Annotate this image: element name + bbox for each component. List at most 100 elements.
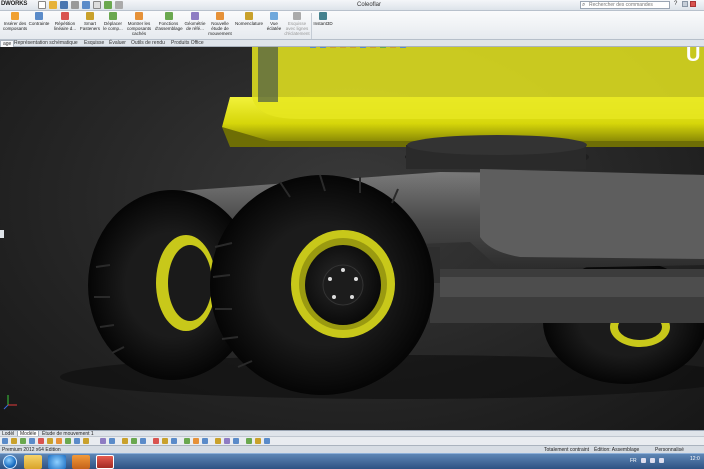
smart-fasteners-icon — [86, 12, 94, 20]
tray-icon-1[interactable] — [640, 458, 646, 463]
tab-outils-de-rendu[interactable]: Outils de rendu — [129, 40, 167, 47]
tool-11-icon[interactable] — [100, 438, 106, 444]
new-file-icon[interactable] — [38, 1, 46, 9]
exploded-view-button[interactable]: Vue éclatée — [265, 12, 283, 31]
linear-pattern-button[interactable]: Répétition linéaire d... — [52, 12, 78, 31]
tool-9-icon[interactable] — [74, 438, 80, 444]
solidworks-taskbar-icon[interactable] — [96, 455, 114, 469]
zoom-area-icon[interactable] — [320, 47, 326, 48]
tool-26-icon[interactable] — [255, 438, 261, 444]
tab-representation-schematique[interactable]: Représentation schématique — [12, 40, 80, 47]
new-motion-study-icon — [216, 12, 224, 20]
tool-20-icon[interactable] — [193, 438, 199, 444]
system-tray: FR — [630, 458, 664, 464]
quick-access-toolbar — [38, 1, 123, 9]
yellow-body[interactable]: U — [222, 47, 704, 147]
bom-icon — [245, 12, 253, 20]
tool-25-icon[interactable] — [246, 438, 252, 444]
explode-line-sketch-button[interactable]: Esquisse avec lignes d'éclatement — [284, 12, 310, 36]
show-hidden-components-button[interactable]: Montrer les composants cachés — [125, 12, 153, 36]
section-view-icon[interactable] — [340, 47, 346, 48]
help-button[interactable]: ? — [674, 1, 677, 7]
reference-geometry-button[interactable]: Géométrie de réfé... — [183, 12, 207, 31]
tool-19-icon[interactable] — [184, 438, 190, 444]
wheel-front-left[interactable] — [210, 175, 434, 395]
tab-produits-office[interactable]: Produits Office — [169, 40, 206, 47]
search-icon: ⌕ — [582, 2, 586, 8]
view-orientation-icon[interactable] — [350, 47, 356, 48]
clock[interactable]: 12:0 — [690, 457, 700, 462]
tool-8-icon[interactable] — [65, 438, 71, 444]
volume-icon[interactable] — [658, 458, 664, 463]
new-motion-study-button[interactable]: Nouvelle étude de mouvement — [208, 12, 232, 36]
assembly-features-button[interactable]: Fonctions d'assemblage — [155, 12, 183, 31]
mate-button[interactable]: Contrainte — [28, 12, 50, 26]
start-button[interactable] — [3, 455, 17, 469]
hide-show-items-icon[interactable] — [370, 47, 376, 48]
tool-2-icon[interactable] — [11, 438, 17, 444]
tool-13-icon[interactable] — [122, 438, 128, 444]
tray-icon-2[interactable] — [649, 458, 655, 463]
tool-27-icon[interactable] — [264, 438, 270, 444]
tool-24-icon[interactable] — [233, 438, 239, 444]
tool-1-icon[interactable] — [2, 438, 8, 444]
language-indicator[interactable]: FR — [630, 458, 637, 464]
tool-16-icon[interactable] — [153, 438, 159, 444]
edit-appearance-icon[interactable] — [380, 47, 386, 48]
tool-7-icon[interactable] — [56, 438, 62, 444]
rebuild-icon[interactable] — [104, 1, 112, 9]
smart-fasteners-button[interactable]: Smart Fasteners — [79, 12, 101, 31]
tool-23-icon[interactable] — [224, 438, 230, 444]
solidworks-logo: DWORKS — [1, 1, 28, 7]
browser-taskbar-icon[interactable] — [48, 455, 66, 469]
insert-components-icon — [11, 12, 19, 20]
instant3d-icon — [319, 12, 327, 20]
tool-22-icon[interactable] — [215, 438, 221, 444]
search-commands-input[interactable]: ⌕ Rechercher des commandes — [580, 1, 670, 9]
exploded-view-icon — [270, 12, 278, 20]
previous-view-icon[interactable] — [330, 47, 336, 48]
body-decal: U — [686, 47, 700, 66]
show-hidden-icon — [135, 12, 143, 20]
open-file-icon[interactable] — [49, 1, 57, 9]
move-component-button[interactable]: Déplacer le comp... — [102, 12, 124, 31]
tool-10-icon[interactable] — [83, 438, 89, 444]
tab-evaluer[interactable]: Évaluer — [107, 40, 128, 47]
minimize-button[interactable] — [682, 1, 688, 7]
model-scene[interactable]: U — [0, 47, 704, 430]
tool-15-icon[interactable] — [140, 438, 146, 444]
reference-geometry-icon — [191, 12, 199, 20]
tool-14-icon[interactable] — [131, 438, 137, 444]
apply-scene-icon[interactable] — [390, 47, 396, 48]
tab-esquisse[interactable]: Esquisse — [82, 40, 106, 47]
tool-12-icon[interactable] — [109, 438, 115, 444]
bom-button[interactable]: Nomenclature — [234, 12, 264, 26]
command-manager-ribbon: Insérer des composants Contrainte Répéti… — [0, 11, 704, 40]
select-icon[interactable] — [93, 1, 101, 9]
instant3d-button[interactable]: Instant3D — [313, 12, 333, 26]
print-icon[interactable] — [71, 1, 79, 9]
display-style-icon[interactable] — [360, 47, 366, 48]
media-taskbar-icon[interactable] — [72, 455, 90, 469]
tool-4-icon[interactable] — [29, 438, 35, 444]
tool-6-icon[interactable] — [47, 438, 53, 444]
tool-18-icon[interactable] — [171, 438, 177, 444]
options-icon[interactable] — [115, 1, 123, 9]
ribbon-separator — [311, 13, 312, 39]
tool-17-icon[interactable] — [162, 438, 168, 444]
move-component-icon — [109, 12, 117, 20]
cab-window — [258, 47, 278, 102]
tool-21-icon[interactable] — [202, 438, 208, 444]
insert-components-button[interactable]: Insérer des composants — [2, 12, 28, 31]
zoom-to-fit-icon[interactable] — [310, 47, 316, 48]
undo-icon[interactable] — [82, 1, 90, 9]
explorer-taskbar-icon[interactable] — [24, 455, 42, 469]
close-button[interactable] — [690, 1, 696, 7]
tool-3-icon[interactable] — [20, 438, 26, 444]
feature-manager-collapse-handle[interactable] — [0, 230, 4, 238]
explode-line-sketch-icon — [293, 12, 301, 20]
save-icon[interactable] — [60, 1, 68, 9]
tool-5-icon[interactable] — [38, 438, 44, 444]
turntable-pivot — [405, 135, 589, 169]
view-settings-icon[interactable] — [400, 47, 406, 48]
